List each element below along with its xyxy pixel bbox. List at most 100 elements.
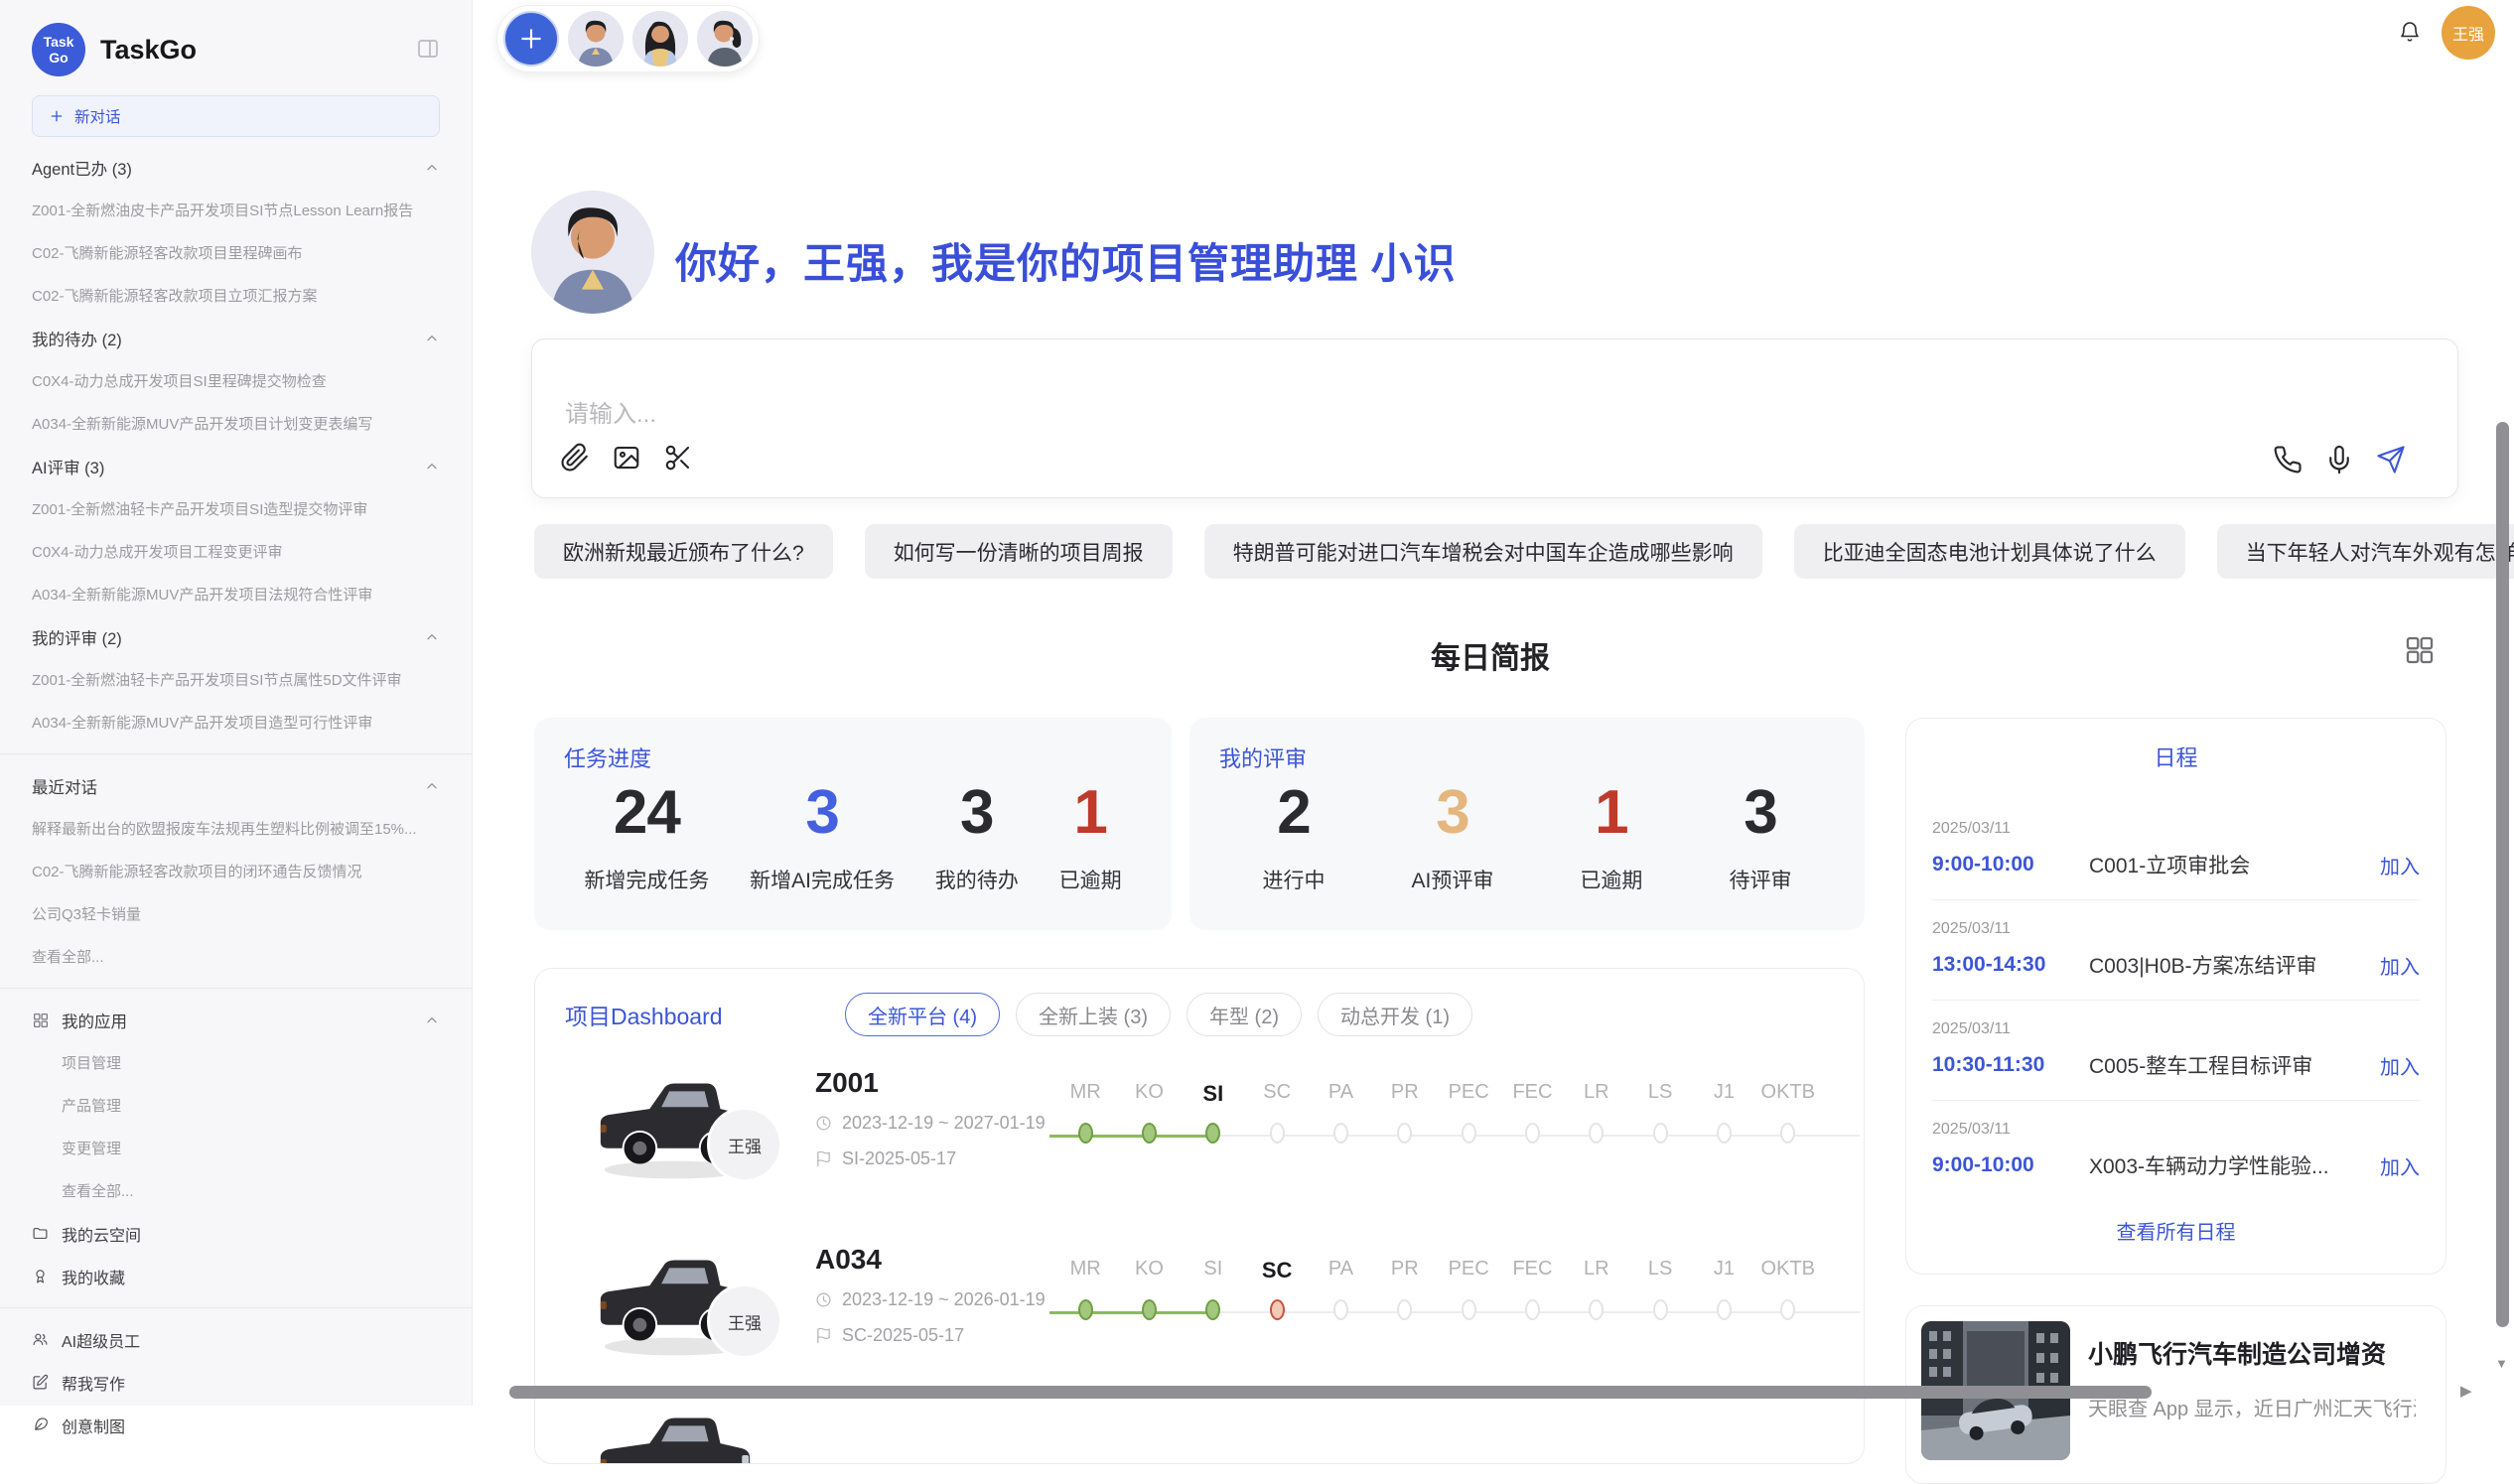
- milestone-col: [1437, 1299, 1500, 1325]
- sidebar-item[interactable]: C02-飞腾新能源轻客改款项目里程碑画布: [32, 231, 440, 274]
- chat-input-placeholder: 请输入...: [565, 394, 656, 429]
- schedule-event: 2025/03/11 10:30-11:30 C005-整车工程目标评审 加入: [1932, 1001, 2420, 1101]
- app-logo-icon: Task Go: [32, 23, 85, 76]
- sidebar-item[interactable]: 项目管理: [32, 1041, 440, 1084]
- scissors-icon: [663, 443, 693, 472]
- project-row[interactable]: 王强 Z001 2023-12-19 ~ 2027-01-19 SI-2025-…: [535, 1059, 1865, 1236]
- milestone-node-mr: [1078, 1299, 1093, 1320]
- vertical-scrollbar[interactable]: [2496, 422, 2509, 1327]
- section-label: AI评审 (3): [32, 455, 424, 478]
- suggestion-chip[interactable]: 如何写一份清晰的项目周报: [865, 524, 1173, 579]
- milestone-col: [1565, 1299, 1628, 1325]
- dashboard-tab[interactable]: 全新平台 (4): [845, 993, 1000, 1036]
- attach-image-button[interactable]: [612, 443, 641, 475]
- scroll-right-arrow-icon[interactable]: ▶: [2460, 1382, 2472, 1400]
- sidebar-tool[interactable]: 帮我写作: [32, 1361, 440, 1404]
- section-label: 我的应用: [62, 1009, 424, 1032]
- send-button[interactable]: [2376, 445, 2406, 477]
- voice-call-button[interactable]: [2273, 445, 2303, 477]
- sidebar-section-header[interactable]: Agent已办 (3): [32, 146, 440, 189]
- sidebar-item[interactable]: 查看全部...: [32, 935, 440, 978]
- suggestion-chip[interactable]: 比亚迪全固态电池计划具体说了什么: [1794, 524, 2185, 579]
- view-all-schedule-link[interactable]: 查看所有日程: [2117, 1216, 2236, 1245]
- sidebar-section-header[interactable]: 我的应用: [32, 999, 440, 1041]
- stat: 3 新增AI完成任务: [750, 779, 895, 894]
- logo-line1: Task: [44, 34, 74, 50]
- milestone-col: [1756, 1123, 1820, 1148]
- milestone-label: SI: [1182, 1081, 1245, 1107]
- sidebar-item[interactable]: 解释最新出台的欧盟报废车法规再生塑料比例被调至15%...: [32, 807, 440, 850]
- stats-card-title: 任务进度: [564, 742, 651, 773]
- sidebar-section-header[interactable]: AI评审 (3): [32, 445, 440, 487]
- sidebar-link[interactable]: 我的云空间: [32, 1212, 440, 1255]
- join-event-link[interactable]: 加入: [2380, 851, 2420, 879]
- milestone-label: FEC: [1500, 1258, 1564, 1283]
- suggestion-chip[interactable]: 特朗普可能对进口汽车增税会对中国车企造成哪些影响: [1204, 524, 1762, 579]
- event-name: C001-立项审批会: [2089, 850, 2380, 879]
- user-avatar[interactable]: 王强: [2442, 6, 2495, 60]
- chevron-up-icon: [424, 459, 440, 474]
- chat-input[interactable]: 请输入...: [531, 338, 2458, 498]
- dashboard-tab[interactable]: 动总开发 (1): [1318, 993, 1472, 1036]
- sidebar-item[interactable]: C02-飞腾新能源轻客改款项目的闭环通告反馈情况: [32, 850, 440, 892]
- join-event-link[interactable]: 加入: [2380, 951, 2420, 980]
- sidebar-item[interactable]: 查看全部...: [32, 1169, 440, 1212]
- new-chat-button[interactable]: 新对话: [32, 95, 440, 137]
- sidebar-tool[interactable]: 创意制图: [32, 1404, 440, 1446]
- sidebar-item[interactable]: 公司Q3轻卡销量: [32, 892, 440, 935]
- milestone-col: [1053, 1123, 1117, 1148]
- sidebar-item[interactable]: Z001-全新燃油轻卡产品开发项目SI造型提交物评审: [32, 487, 440, 530]
- sidebar-item[interactable]: A034-全新新能源MUV产品开发项目法规符合性评审: [32, 573, 440, 615]
- project-owner-badge: 王强: [707, 1283, 782, 1359]
- section-label: Agent已办 (3): [32, 156, 424, 180]
- agent-avatar-1[interactable]: [568, 11, 624, 67]
- dashboard-tab[interactable]: 全新上装 (3): [1016, 993, 1171, 1036]
- project-milestone-date: SI-2025-05-17: [815, 1148, 956, 1169]
- notifications-button[interactable]: [2398, 20, 2422, 47]
- project-dates: 2023-12-19 ~ 2026-01-19: [815, 1289, 1046, 1310]
- sidebar-tool[interactable]: AI超级员工: [32, 1318, 440, 1361]
- sidebar-collapse-button[interactable]: [416, 37, 440, 64]
- add-agent-button[interactable]: [503, 11, 559, 67]
- sidebar-section-header[interactable]: 最近对话: [32, 764, 440, 807]
- sidebar-item[interactable]: C0X4-动力总成开发项目工程变更评审: [32, 530, 440, 573]
- sidebar-item[interactable]: C02-飞腾新能源轻客改款项目立项汇报方案: [32, 274, 440, 317]
- suggestion-chip[interactable]: 当下年轻人对汽车外观有怎样的喜好趋势: [2217, 524, 2514, 579]
- sidebar-link[interactable]: 我的收藏: [32, 1255, 440, 1297]
- agent-avatar-3[interactable]: [697, 11, 753, 67]
- horizontal-scrollbar[interactable]: [509, 1386, 2152, 1399]
- sidebar-item[interactable]: A034-全新新能源MUV产品开发项目造型可行性评审: [32, 701, 440, 743]
- screenshot-button[interactable]: [663, 443, 693, 475]
- milestone-node-pr: [1397, 1299, 1412, 1320]
- join-event-link[interactable]: 加入: [2380, 1151, 2420, 1180]
- stat-label: 已逾期: [1059, 865, 1122, 894]
- clock-icon: [815, 1291, 832, 1308]
- milestone-col: [1309, 1123, 1372, 1148]
- sidebar-item[interactable]: Z001-全新燃油轻卡产品开发项目SI节点属性5D文件评审: [32, 658, 440, 701]
- flag-label: SI-2025-05-17: [842, 1148, 956, 1169]
- milestone-node-oktb: [1780, 1299, 1795, 1320]
- sidebar-item[interactable]: C0X4-动力总成开发项目SI里程碑提交物检查: [32, 359, 440, 402]
- sidebar-item[interactable]: Z001-全新燃油皮卡产品开发项目SI节点Lesson Learn报告: [32, 189, 440, 231]
- attach-file-button[interactable]: [560, 443, 590, 475]
- flag-icon: [815, 1150, 832, 1167]
- sidebar-section-header[interactable]: 我的评审 (2): [32, 615, 440, 658]
- suggestion-chip[interactable]: 欧洲新规最近颁布了什么?: [534, 524, 833, 579]
- sidebar-item[interactable]: 产品管理: [32, 1084, 440, 1127]
- edit-icon: [32, 1374, 49, 1391]
- scroll-down-arrow-icon[interactable]: ▼: [2495, 1356, 2508, 1371]
- dashboard-tab[interactable]: 年型 (2): [1187, 993, 1302, 1036]
- sidebar-item[interactable]: 变更管理: [32, 1127, 440, 1169]
- agent-avatar-2[interactable]: [632, 11, 688, 67]
- stat-value: 2: [1263, 779, 1326, 847]
- join-event-link[interactable]: 加入: [2380, 1051, 2420, 1080]
- milestone-label: PA: [1309, 1081, 1372, 1107]
- milestone-label: KO: [1117, 1258, 1181, 1283]
- sidebar-item[interactable]: A034-全新新能源MUV产品开发项目计划变更表编写: [32, 402, 440, 445]
- stat-label: AI预评审: [1412, 865, 1494, 894]
- sidebar-section-header[interactable]: 我的待办 (2): [32, 317, 440, 359]
- link-label: 我的云空间: [62, 1222, 141, 1246]
- stat-label: 新增AI完成任务: [750, 865, 895, 894]
- briefing-layout-button[interactable]: [2403, 633, 2437, 670]
- microphone-button[interactable]: [2324, 445, 2354, 477]
